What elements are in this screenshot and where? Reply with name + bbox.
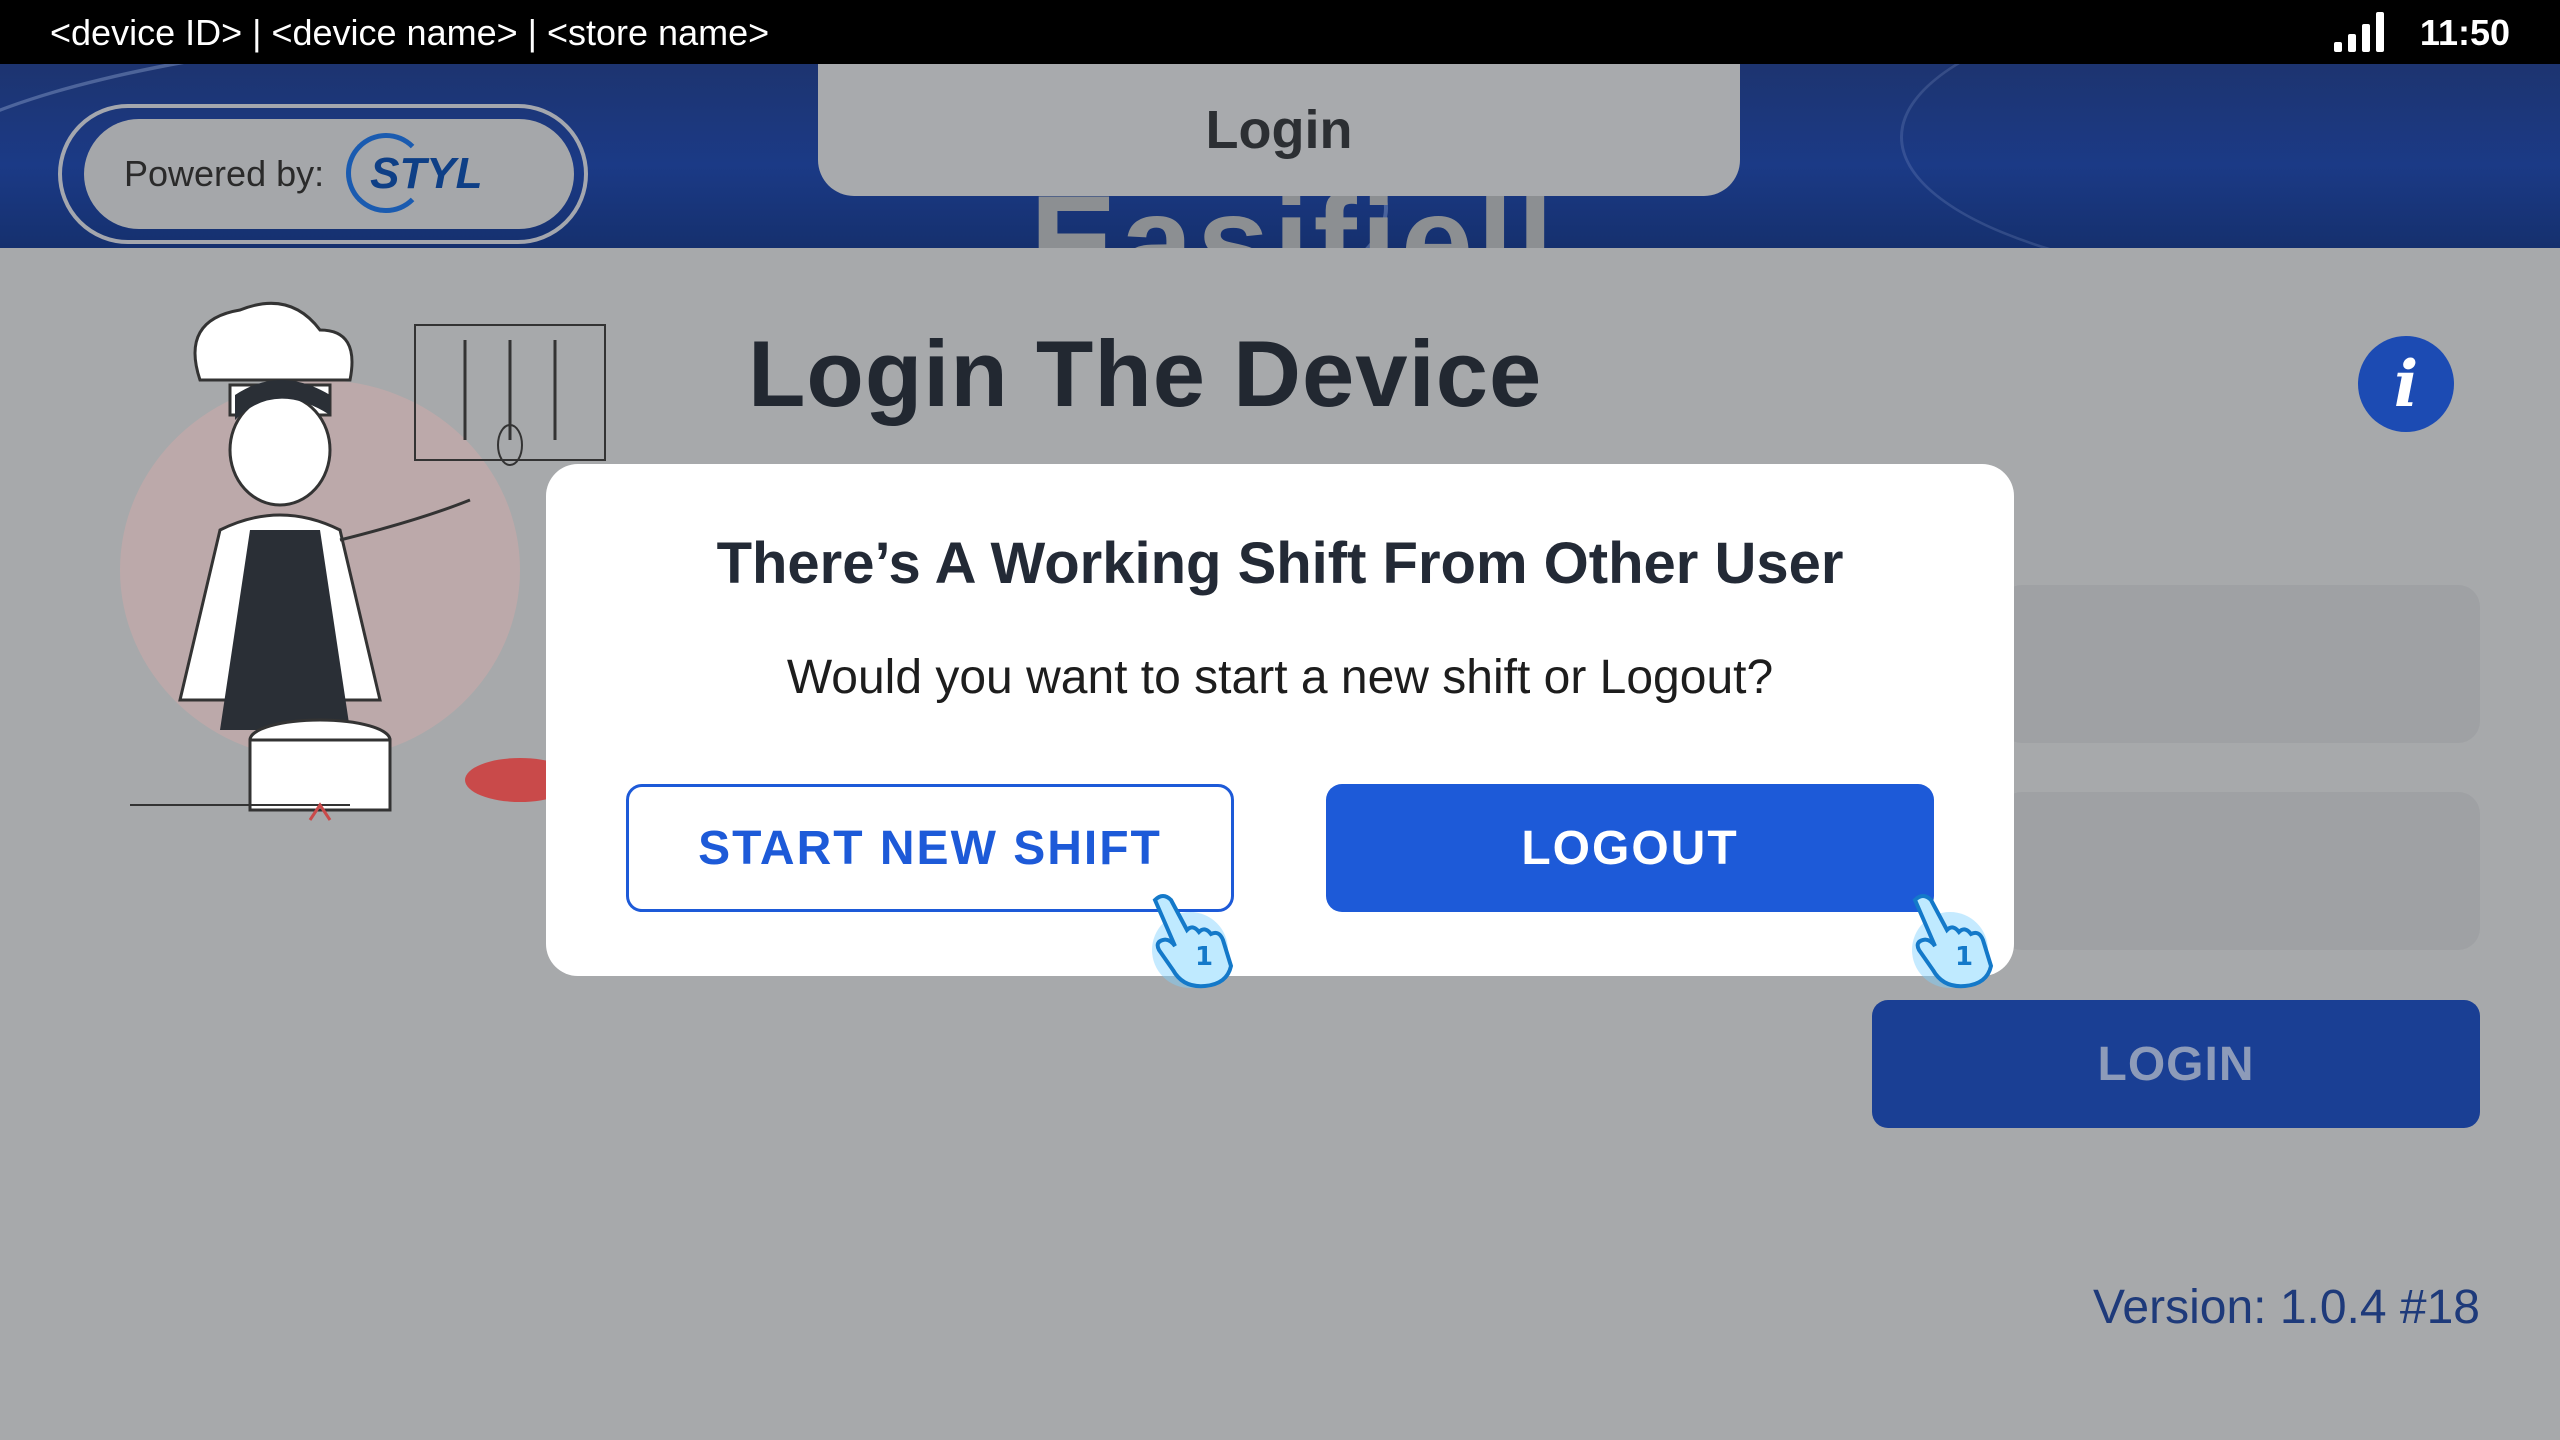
signal-bars-icon — [2334, 12, 2390, 52]
username-field[interactable] — [2000, 585, 2480, 743]
tap-hand-icon: 1 — [1152, 894, 1234, 989]
password-field[interactable] — [2000, 792, 2480, 950]
status-bar: <device ID> | <device name> | <store nam… — [0, 0, 2560, 64]
version-label: Version: 1.0.4 #18 — [2093, 1281, 2480, 1334]
device-info: <device ID> | <device name> | <store nam… — [50, 12, 770, 53]
powered-by-badge: Powered by: STYL — [58, 104, 588, 244]
page-title: Login The Device — [748, 321, 1543, 426]
tap-hand-icon: 1 — [1912, 894, 1994, 989]
powered-by-label: Powered by: — [124, 153, 325, 194]
shift-conflict-dialog: There’s A Working Shift From Other User … — [546, 464, 2014, 976]
login-button[interactable]: LOGIN — [1872, 1000, 2480, 1128]
logout-button[interactable]: LOGOUT — [1326, 784, 1934, 912]
styl-logo: STYL — [346, 133, 498, 213]
svg-text:1: 1 — [1195, 942, 1213, 972]
dialog-title: There’s A Working Shift From Other User — [716, 531, 1844, 596]
dialog-message: Would you want to start a new shift or L… — [786, 651, 1774, 704]
tab-login-label: Login — [1205, 100, 1353, 160]
svg-text:1: 1 — [1955, 942, 1973, 972]
tab-login[interactable]: Login — [818, 64, 1740, 196]
clock: 11:50 — [2419, 12, 2510, 53]
info-icon[interactable]: i — [2358, 336, 2454, 432]
